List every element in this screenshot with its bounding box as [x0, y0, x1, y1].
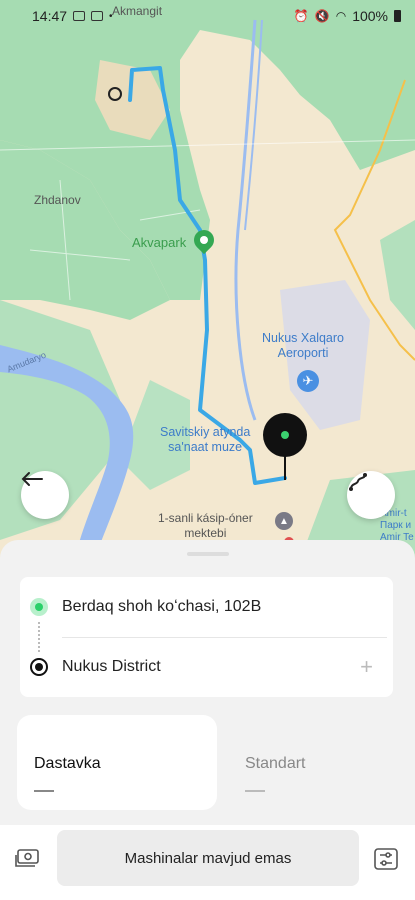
status-time: 14:47	[32, 8, 68, 24]
arrow-left-icon	[21, 472, 43, 486]
tariff-name: Dastavka	[34, 755, 101, 772]
dot-icon: •	[109, 10, 113, 22]
tariff-card[interactable]: Standart	[228, 715, 408, 810]
tariff-name: Standart	[245, 755, 306, 772]
map-label-school: 1-sanli kásip-óner mektebi	[158, 511, 253, 541]
map-label-airport: Nukus Xalqaro Aeroporti	[262, 331, 344, 361]
destination-marker-icon	[263, 413, 307, 457]
order-button[interactable]: Mashinalar mavjud emas	[57, 830, 359, 886]
route-card: Berdaq shoh koʻchasi, 102B Nukus Distric…	[20, 577, 393, 697]
airport-icon: ✈	[297, 370, 319, 392]
payment-button[interactable]	[14, 847, 42, 871]
wifi-icon: ◠	[335, 9, 347, 23]
sheet-handle[interactable]	[187, 552, 229, 556]
map-label-savitsky: Savitskiy atynda sa'naat muze	[160, 425, 250, 455]
status-right: ⏰ 🔇 ◠ 100%	[294, 8, 401, 24]
start-marker-icon	[108, 87, 122, 101]
school-label-line1: 1-sanli kásip-óner	[158, 511, 253, 525]
amir-label-line2: Парк и	[380, 520, 412, 531]
sliders-icon	[374, 848, 398, 870]
alarm-icon: ⏰	[293, 9, 309, 23]
destination-row[interactable]: Nukus District +	[20, 637, 393, 697]
back-button[interactable]	[21, 471, 69, 519]
school-icon: ▲	[275, 512, 293, 530]
destination-dot-icon	[30, 658, 48, 676]
tariff-card-selected[interactable]: Dastavka	[17, 715, 217, 810]
battery-icon	[394, 10, 401, 22]
notification-icon	[73, 11, 86, 21]
pickup-address: Berdaq shoh koʻchasi, 102B	[62, 598, 262, 615]
status-bar: 14:47 • ⏰ 🔇 ◠ 100%	[0, 0, 415, 32]
tariff-price-placeholder	[34, 790, 54, 792]
cash-icon	[15, 849, 39, 867]
airport-label-line1: Nukus Xalqaro	[262, 331, 344, 345]
map-label-akvapark: Akvapark	[132, 235, 187, 250]
map-view[interactable]: ✈ ▲ Akmangit Zhdanov Akvapark Nukus Xalq…	[0, 0, 415, 560]
status-left: 14:47 •	[32, 8, 113, 24]
route-options-button[interactable]	[347, 471, 395, 519]
pickup-dot-icon	[30, 598, 48, 616]
airport-label-line2: Aeroporti	[277, 346, 329, 360]
destination-address: Nukus District	[62, 658, 161, 675]
bottom-action-bar: Mashinalar mavjud emas	[0, 825, 415, 900]
route-icon	[349, 473, 367, 491]
mute-icon: 🔇	[314, 9, 330, 23]
map-label-zhdanov: Zhdanov	[34, 193, 81, 207]
savitsky-label-line1: Savitskiy atynda	[160, 425, 251, 439]
savitsky-label-line2: sa'naat muze	[168, 440, 243, 454]
add-stop-icon[interactable]: +	[360, 654, 373, 680]
gallery-icon	[91, 11, 104, 21]
school-label-line2: mektebi	[184, 526, 227, 540]
settings-button[interactable]	[372, 847, 400, 871]
destination-marker-stem	[284, 455, 286, 480]
pickup-row[interactable]: Berdaq shoh koʻchasi, 102B	[20, 577, 393, 637]
tariff-price-placeholder	[245, 790, 265, 792]
battery-text: 100%	[352, 8, 388, 24]
